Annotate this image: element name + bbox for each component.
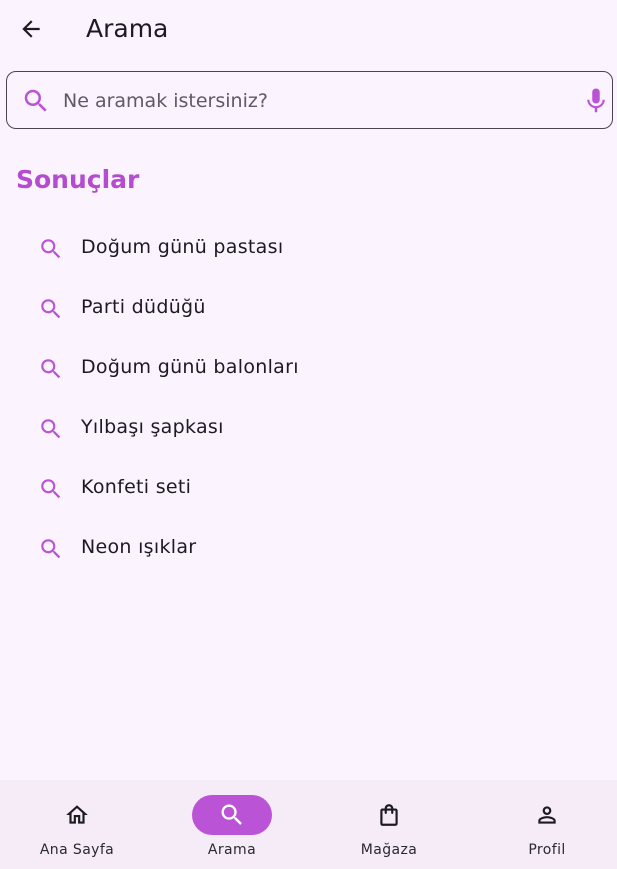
list-item[interactable]: Neon ışıklar	[0, 518, 617, 578]
page-title: Arama	[86, 14, 169, 43]
home-icon	[66, 805, 88, 824]
nav-label: Profil	[528, 842, 566, 858]
search-icon	[221, 804, 242, 825]
nav-item-home[interactable]: Ana Sayfa	[0, 780, 154, 869]
arrow-back-icon	[22, 20, 40, 38]
search-icon	[41, 359, 61, 379]
nav-indicator	[192, 795, 272, 835]
list-item-label: Doğum günü pastası	[81, 236, 284, 258]
search-bar[interactable]	[6, 71, 613, 129]
search-icon	[41, 479, 61, 499]
search-input[interactable]	[61, 85, 565, 117]
list-item-label: Parti düdüğü	[81, 296, 206, 318]
list-item[interactable]: Yılbaşı şapkası	[0, 398, 617, 458]
nav-item-search[interactable]: Arama	[155, 780, 309, 869]
nav-indicator	[349, 795, 429, 835]
search-icon	[41, 419, 61, 439]
results-title: Sonuçlar	[16, 165, 140, 194]
nav-item-profile[interactable]: Profil	[470, 780, 617, 869]
list-item[interactable]: Doğum günü pastası	[0, 218, 617, 278]
nav-label: Arama	[207, 842, 257, 858]
nav-item-store[interactable]: Mağaza	[312, 780, 466, 869]
mic-icon[interactable]	[581, 86, 611, 116]
list-item-label: Neon ışıklar	[81, 536, 197, 558]
app-bar: Arama	[0, 0, 617, 58]
list-item[interactable]: Doğum günü balonları	[0, 338, 617, 398]
list-item[interactable]: Konfeti seti	[0, 458, 617, 518]
search-icon	[24, 89, 47, 112]
nav-indicator	[37, 795, 117, 835]
list-item-label: Konfeti seti	[81, 476, 192, 498]
nav-label: Mağaza	[360, 842, 418, 858]
list-item-label: Doğum günü balonları	[81, 356, 299, 378]
nav-indicator	[507, 795, 587, 835]
nav-label: Ana Sayfa	[39, 842, 115, 858]
person-icon	[538, 806, 556, 824]
search-icon	[41, 299, 61, 319]
results-list: Doğum günü pastası Parti düdüğü Doğum gü…	[0, 218, 617, 578]
search-icon	[41, 539, 61, 559]
list-item-label: Yılbaşı şapkası	[81, 416, 224, 438]
shopping-bag-icon	[380, 804, 398, 826]
back-button[interactable]	[14, 12, 48, 46]
list-item[interactable]: Parti düdüğü	[0, 278, 617, 338]
search-icon	[41, 239, 61, 259]
bottom-navigation: Ana Sayfa Arama Mağaza Profil	[0, 780, 617, 869]
